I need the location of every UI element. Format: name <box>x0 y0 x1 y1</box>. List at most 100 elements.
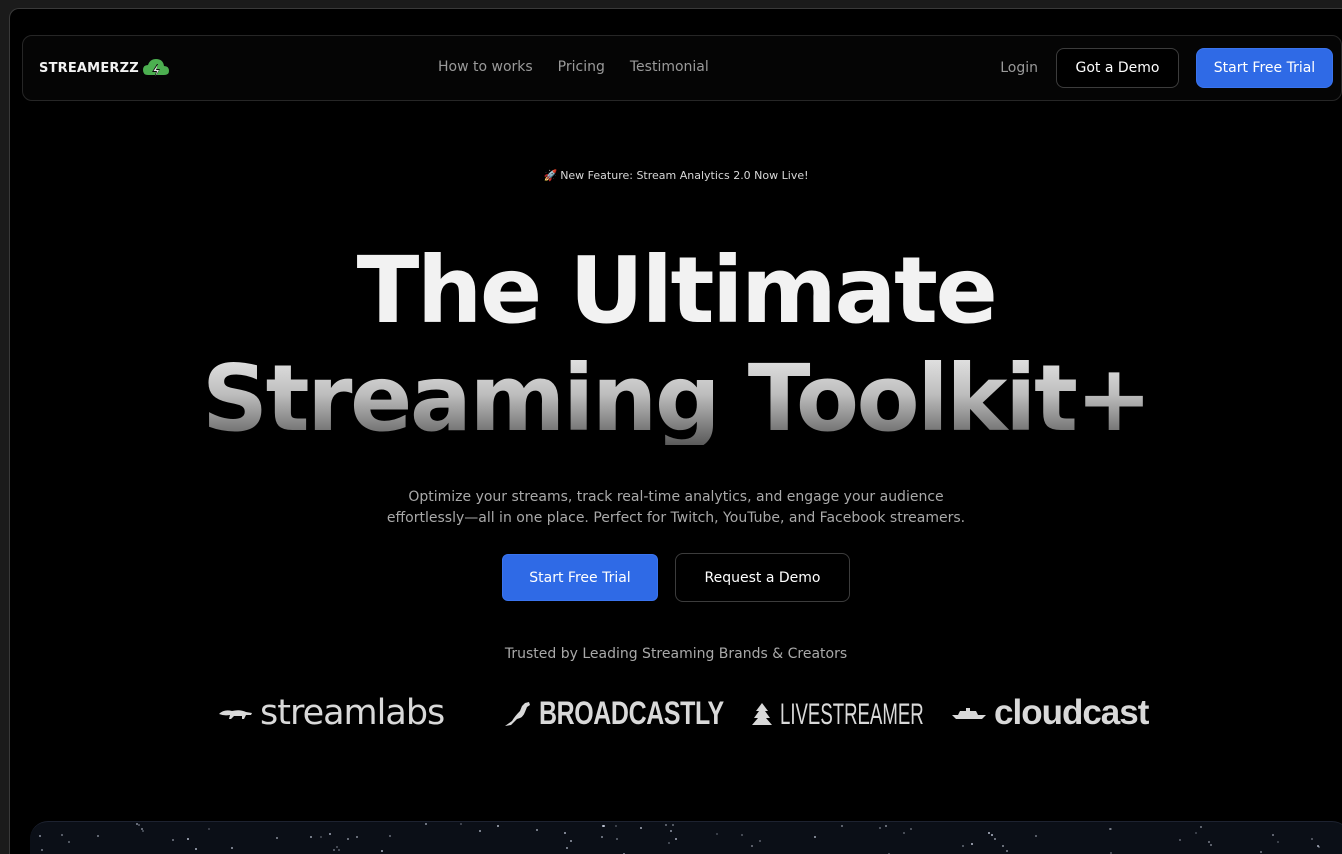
star-dot <box>990 834 993 837</box>
star-dot <box>335 846 338 849</box>
star-dot <box>171 839 174 842</box>
star-dot <box>615 825 618 828</box>
rocket-icon: 🚀 <box>543 169 558 182</box>
trusted-by-text: Trusted by Leading Streaming Brands & Cr… <box>504 646 848 662</box>
star-dot <box>61 833 64 836</box>
hero-subtitle-line-1: Optimize your streams, track real-time a… <box>408 489 944 505</box>
star-dot <box>741 833 744 836</box>
star-dot <box>903 832 906 835</box>
nav-link-pricing[interactable]: Pricing <box>558 59 605 75</box>
star-dot <box>230 847 233 850</box>
nav-actions: Login Got a Demo Start Free Trial <box>1000 48 1333 88</box>
star-dot <box>813 836 816 839</box>
star-dot <box>1195 831 1198 834</box>
nav-links: How to works Pricing Testimonial <box>438 59 709 75</box>
hero-subtitle-line-2: effortlessly—all in one place. Perfect f… <box>386 510 966 526</box>
nav-link-how-it-works[interactable]: How to works <box>438 59 533 75</box>
star-dot <box>672 823 675 826</box>
brand-streamlabs: streamlabs <box>218 693 445 733</box>
brand-streamlabs-text: streamlabs <box>260 693 445 733</box>
star-dot <box>275 837 278 840</box>
ship-icon <box>952 708 986 719</box>
star-dot <box>994 838 997 841</box>
star-dot <box>381 849 384 852</box>
star-dot <box>565 846 568 849</box>
star-dot <box>478 830 481 833</box>
star-dot <box>570 839 573 842</box>
top-navbar: STREAMERZZ How to works Pricing Testimon… <box>22 35 1342 101</box>
hero-subtitle: Optimize your streams, track real-time a… <box>10 487 1342 529</box>
streamlabs-animal-icon <box>219 710 252 719</box>
star-dot <box>347 837 350 840</box>
star-dot <box>1034 834 1037 837</box>
star-dot <box>67 841 70 844</box>
star-dot <box>497 824 500 827</box>
hero-start-trial-button[interactable]: Start Free Trial <box>502 554 658 601</box>
star-dot <box>207 827 210 830</box>
star-dot <box>1179 838 1182 841</box>
star-dot <box>639 826 642 829</box>
star-dot <box>39 834 42 837</box>
star-dot <box>459 822 462 825</box>
star-dot <box>971 843 974 846</box>
start-trial-button[interactable]: Start Free Trial <box>1196 48 1333 88</box>
star-dot <box>1207 841 1210 843</box>
star-dot <box>962 845 965 847</box>
browser-viewport: STREAMERZZ How to works Pricing Testimon… <box>9 8 1342 854</box>
star-dot <box>1317 845 1320 848</box>
logo-text: STREAMERZZ <box>39 60 139 76</box>
star-dot <box>988 831 991 834</box>
star-dot <box>337 848 340 851</box>
brand-broadcastly-text: BROADCASTLY <box>539 695 724 731</box>
star-dot <box>329 832 332 835</box>
star-dot <box>716 833 718 836</box>
headline-line-2: Streaming Toolkit+ <box>10 353 1342 445</box>
feature-badge-text: New Feature: Stream Analytics 2.0 Now Li… <box>560 169 809 182</box>
star-dot <box>841 825 844 828</box>
star-dot <box>535 828 538 831</box>
star-dot <box>388 834 391 837</box>
request-demo-button[interactable]: Request a Demo <box>675 553 850 602</box>
logo-cloud-bolt-icon <box>142 59 169 79</box>
star-dot <box>425 823 428 826</box>
star-dot <box>309 836 312 839</box>
star-dot <box>195 848 198 851</box>
star-dot <box>1277 840 1280 843</box>
star-dot <box>1259 850 1262 853</box>
star-dot <box>1209 843 1212 846</box>
star-dot <box>664 824 667 827</box>
demo-button[interactable]: Got a Demo <box>1056 48 1179 88</box>
star-dot <box>40 849 43 852</box>
star-dot <box>355 836 358 839</box>
brand-logos-row: streamlabs BROADCASTLY LIVESTREAMER clou… <box>10 689 1342 739</box>
star-dot <box>1200 825 1203 828</box>
brand-broadcastly: BROADCASTLY <box>503 695 776 732</box>
brand-cloudcast-text: cloudcast <box>994 693 1149 732</box>
star-dot <box>758 839 761 842</box>
nav-link-testimonial[interactable]: Testimonial <box>630 59 709 75</box>
star-dot <box>332 848 335 851</box>
brand-cloudcast: cloudcast <box>950 693 1149 733</box>
star-dot <box>909 828 912 831</box>
star-dot <box>751 845 754 848</box>
star-dot <box>615 837 618 840</box>
star-dot <box>137 824 140 827</box>
star-dot <box>1271 833 1274 836</box>
brand-livestreamer-text: LIVESTREAMER <box>780 698 924 731</box>
star-dot <box>97 835 100 838</box>
star-dot <box>1005 850 1008 853</box>
star-dot <box>669 830 672 833</box>
star-dot <box>320 836 323 839</box>
kangaroo-icon <box>505 701 530 726</box>
starfield-preview-section <box>30 821 1342 854</box>
star-dot <box>1311 838 1314 841</box>
tree-icon <box>752 703 772 725</box>
star-dot <box>667 842 670 845</box>
star-dot <box>564 832 567 835</box>
headline-line-1: The Ultimate <box>356 237 998 344</box>
star-dot <box>141 829 144 832</box>
login-link[interactable]: Login <box>1000 60 1038 76</box>
logo[interactable]: STREAMERZZ <box>39 55 171 81</box>
star-dot <box>601 835 604 838</box>
feature-badge[interactable]: 🚀 New Feature: Stream Analytics 2.0 Now L… <box>10 169 1342 182</box>
